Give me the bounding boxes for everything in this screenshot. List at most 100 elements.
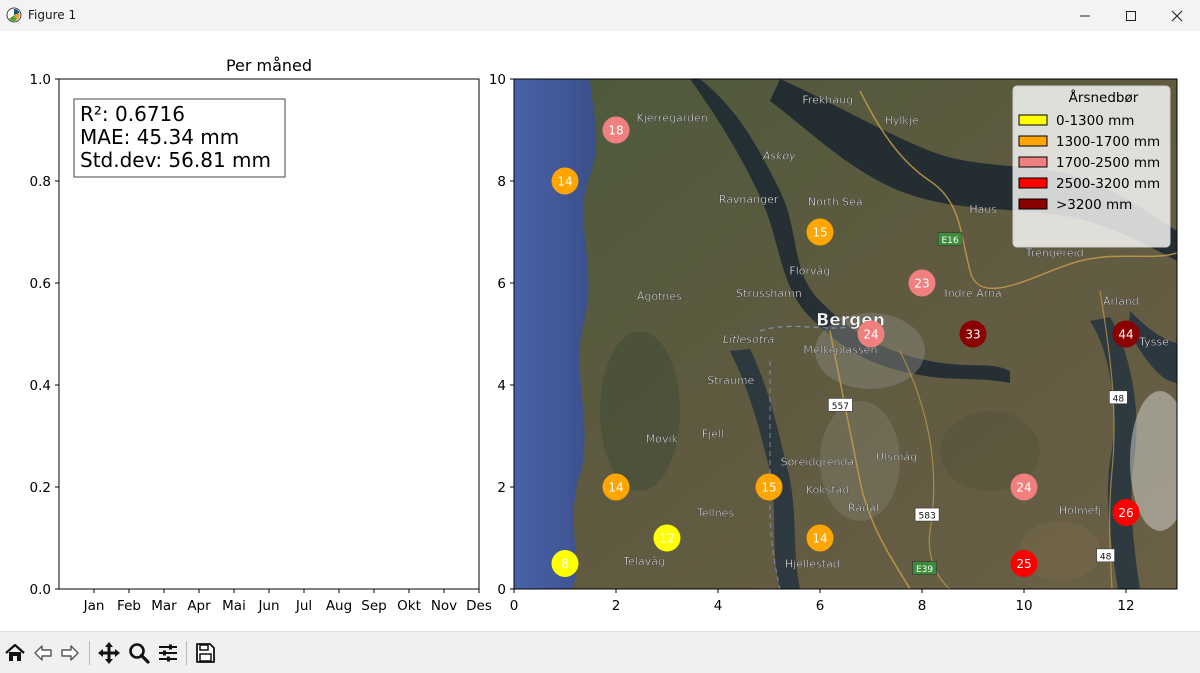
legend-swatch <box>1018 114 1048 126</box>
map-place-label: North Sea <box>808 195 863 208</box>
maximize-button[interactable] <box>1108 0 1154 31</box>
home-icon <box>5 643 25 661</box>
station-marker: 14 <box>551 167 579 195</box>
station-value-label: 12 <box>659 532 674 546</box>
x-tick-label: 12 <box>1117 598 1134 614</box>
figure-canvas: Per måned 0.0 0.2 0.4 0.6 0.8 1.0 Jan Feb Mar Ap… <box>0 31 1200 631</box>
close-button[interactable] <box>1154 0 1200 31</box>
y-tick-label: 1.0 <box>30 72 51 88</box>
x-tick-label: Nov <box>431 598 457 614</box>
map-axes: Frekhaug Kjerregarden Hylkje Askøy Ravnanger… <box>489 72 1178 614</box>
map-place-label: Straume <box>707 374 754 387</box>
y-tick-label: 0.0 <box>30 582 51 598</box>
station-value-label: 15 <box>761 481 776 495</box>
x-tick-label: Feb <box>117 598 141 614</box>
minimize-button[interactable] <box>1062 0 1108 31</box>
legend-entry-label: 1300-1700 mm <box>1056 134 1160 150</box>
station-value-label: 23 <box>914 277 929 291</box>
map-place-label: Frekhaug <box>802 93 853 106</box>
station-marker: 44 <box>1112 320 1140 348</box>
station-marker: 25 <box>1010 550 1038 577</box>
legend-entry-label: >3200 mm <box>1056 197 1132 213</box>
road-number-label: 48 <box>1100 552 1112 562</box>
legend-swatch <box>1018 177 1048 189</box>
map-place-label: Litlesotra <box>723 333 775 346</box>
map-place-label: Holmefj <box>1059 504 1101 517</box>
close-icon <box>1171 10 1183 21</box>
map-place-label: Haus <box>969 203 997 216</box>
map-place-label: Trengereid <box>1025 246 1084 259</box>
station-value-label: 14 <box>557 175 572 189</box>
map-x-ticks: 0 2 4 6 8 10 12 <box>510 589 1135 614</box>
map-place-label: Askøy <box>762 150 796 163</box>
station-value-label: 24 <box>863 328 878 342</box>
figure: Per måned 0.0 0.2 0.4 0.6 0.8 1.0 Jan Feb Mar Ap… <box>30 56 1178 614</box>
minimize-icon <box>1080 15 1090 16</box>
station-marker: 12 <box>653 524 681 552</box>
map-place-label: Ravnanger <box>719 193 779 206</box>
forward-button[interactable] <box>57 640 83 666</box>
y-tick-label: 10 <box>489 72 506 88</box>
maximize-icon <box>1126 10 1136 21</box>
window-titlebar: Figure 1 <box>0 0 1200 32</box>
configure-subplots-button[interactable] <box>155 640 181 666</box>
station-value-label: 44 <box>1118 328 1133 342</box>
map-place-label: Fjell <box>702 427 724 440</box>
x-tick-label: 6 <box>816 598 825 614</box>
legend-swatch <box>1018 135 1048 147</box>
station-value-label: 33 <box>965 328 980 342</box>
window-title: Figure 1 <box>28 8 77 22</box>
station-marker: 24 <box>1010 473 1038 501</box>
legend-swatch <box>1018 156 1048 168</box>
home-button[interactable] <box>2 640 28 666</box>
x-tick-label: Okt <box>397 598 421 614</box>
x-tick-label: 8 <box>918 598 927 614</box>
configure-subplots-icon <box>159 644 177 662</box>
legend: Årsnedbør 0-1300 mm 1300-1700 mm 1700-2500 … <box>1012 85 1171 248</box>
x-tick-label: Apr <box>187 598 211 614</box>
y-tick-label: 0.2 <box>30 480 51 496</box>
x-tick-label: Sep <box>361 598 386 614</box>
station-marker: 33 <box>959 320 987 348</box>
x-tick-label: Mar <box>151 598 177 614</box>
legend-entry-label: 0-1300 mm <box>1056 113 1134 129</box>
y-tick-label: 6 <box>497 276 506 292</box>
map-place-label: Tysse <box>1138 336 1169 349</box>
x-tick-label: 10 <box>1015 598 1032 614</box>
map-place-label: Tellnes <box>696 507 734 520</box>
station-value-label: 25 <box>1016 557 1031 571</box>
station-marker: 18 <box>602 116 630 144</box>
station-marker: 15 <box>806 218 834 246</box>
y-tick-label: 0.8 <box>30 174 51 190</box>
back-icon <box>34 645 52 661</box>
map-place-label: Møvik <box>646 433 679 446</box>
station-value-label: 24 <box>1016 481 1031 495</box>
pan-icon <box>98 642 120 664</box>
legend-entry-label: 1700-2500 mm <box>1056 155 1160 171</box>
save-icon <box>196 643 215 663</box>
map-place-label: Ågotnes <box>637 290 682 303</box>
matplotlib-icon <box>6 7 22 23</box>
map-place-label: Ulsmåg <box>876 450 917 463</box>
x-tick-label: 0 <box>510 598 519 614</box>
road-number-label: 583 <box>919 512 936 522</box>
map-place-label: Rådal <box>848 501 879 514</box>
legend-entry-label: 2500-3200 mm <box>1056 176 1160 192</box>
station-marker: 14 <box>806 524 834 552</box>
map-place-label: Florvåg <box>789 264 830 277</box>
map-y-ticks: 0 2 4 6 8 10 <box>489 72 514 598</box>
station-value-label: 26 <box>1118 506 1133 520</box>
back-button[interactable] <box>30 640 56 666</box>
map-place-label: Hylkje <box>885 114 919 127</box>
station-marker: 14 <box>602 473 630 501</box>
road-number-label: E39 <box>916 565 933 575</box>
x-tick-label: 4 <box>714 598 723 614</box>
zoom-icon <box>129 643 150 664</box>
y-tick-label: 8 <box>497 174 506 190</box>
pan-button[interactable] <box>96 640 122 666</box>
zoom-button[interactable] <box>126 640 152 666</box>
map-place-label: Kokstad <box>806 484 850 497</box>
forward-icon <box>61 645 79 661</box>
save-button[interactable] <box>192 640 218 666</box>
road-number-label: E16 <box>941 236 958 246</box>
